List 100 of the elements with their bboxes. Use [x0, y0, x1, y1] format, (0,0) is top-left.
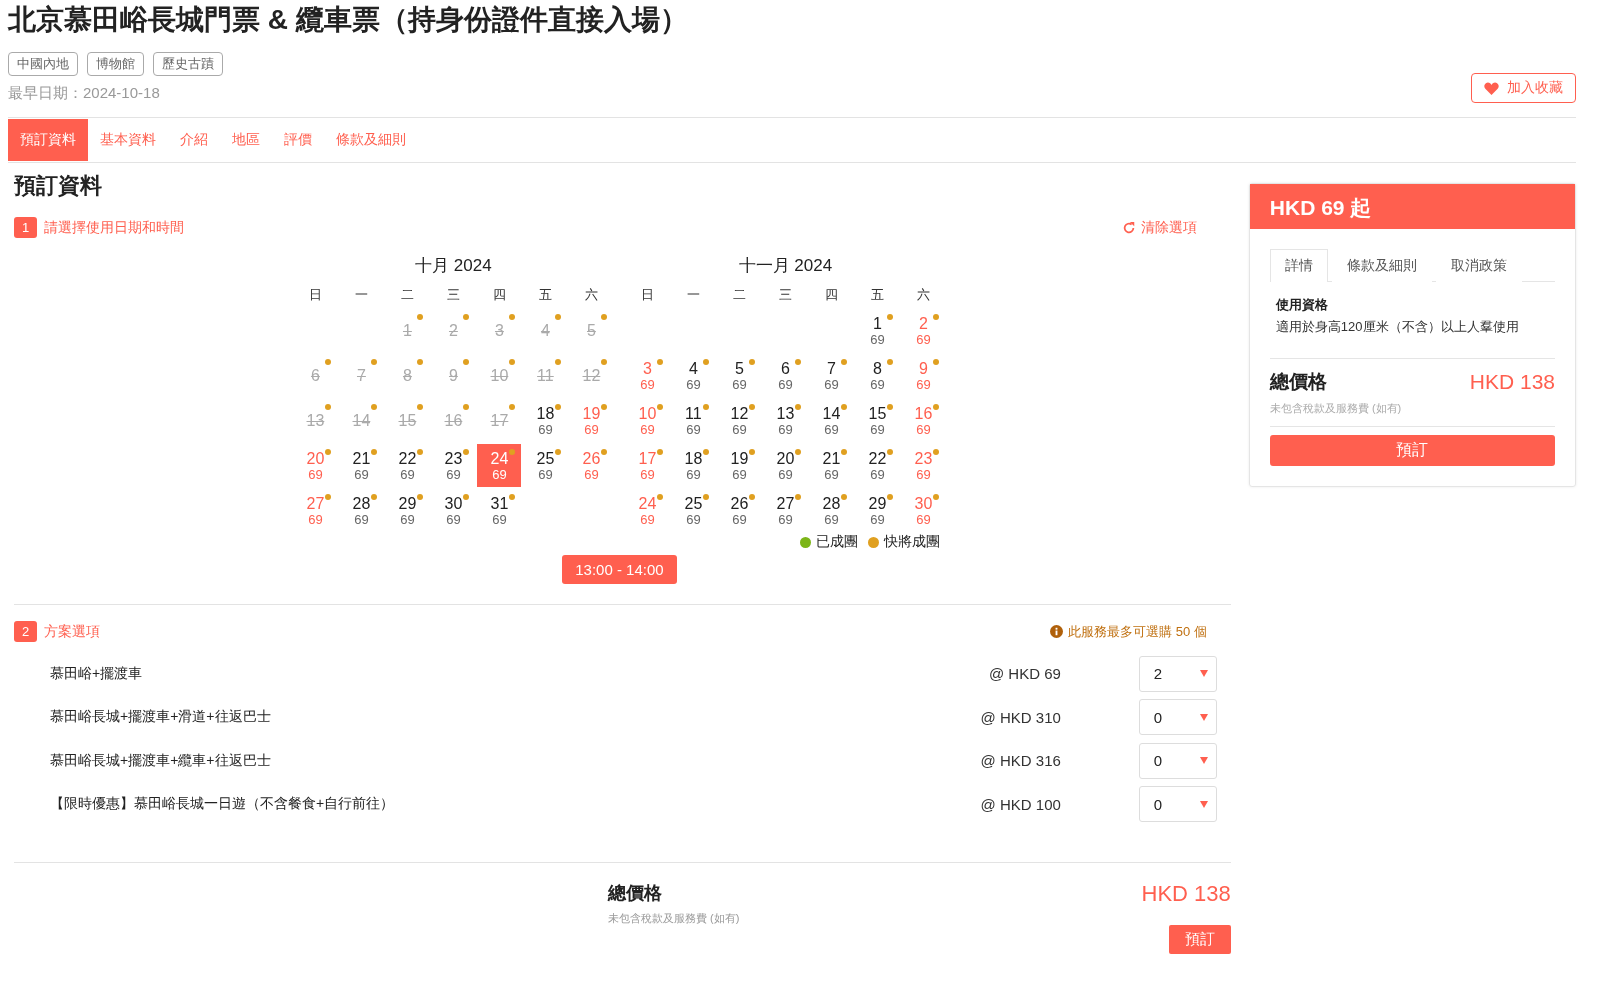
time-slot-button[interactable]: 13:00 - 14:00	[562, 555, 677, 584]
calendar-day[interactable]: 4 69	[671, 354, 716, 397]
clear-button[interactable]: 清除選項	[1115, 217, 1203, 238]
calendar-day[interactable]: 9 69	[901, 354, 946, 397]
quantity-select[interactable]: 0	[1138, 786, 1217, 823]
day-price: 69	[916, 376, 931, 392]
day-number: 5	[586, 322, 596, 339]
nav-tab[interactable]: 條款及細則	[324, 119, 418, 161]
section-heading: 預訂資料	[14, 172, 103, 200]
weekday-label: 四	[491, 286, 507, 304]
calendar-day[interactable]: 1 69	[855, 309, 900, 352]
calendar-day[interactable]: 20 69	[763, 444, 808, 487]
day-price: 69	[640, 511, 655, 527]
day-price: 69	[686, 511, 701, 527]
calendar-day[interactable]: 2 69	[901, 309, 946, 352]
weekday-label: 四	[823, 286, 839, 304]
calendar-day[interactable]: 25 69	[671, 489, 716, 532]
calendar-day[interactable]: 27 69	[763, 489, 808, 532]
day-number: 19	[582, 404, 601, 422]
calendar-day[interactable]: 7 69	[809, 354, 854, 397]
quantity-select[interactable]: 0	[1138, 742, 1217, 779]
day-number: 2	[448, 322, 458, 339]
total-label: 總價格	[608, 882, 663, 905]
calendar-day[interactable]: 13 69	[763, 399, 808, 442]
calendar-day[interactable]: 26 69	[569, 444, 614, 487]
calendar-day[interactable]: 17 69	[625, 444, 670, 487]
calendar-day[interactable]: 24 69	[477, 444, 522, 487]
day-price: 69	[778, 466, 793, 482]
info-tab[interactable]: 詳情	[1269, 249, 1328, 282]
day-number: 18	[536, 404, 555, 422]
calendar-day[interactable]: 12 69	[717, 399, 762, 442]
day-number: 6	[310, 367, 320, 384]
calendar-day[interactable]: 25 69	[523, 444, 568, 487]
calendar-day[interactable]: 26 69	[717, 489, 762, 532]
calendar-day[interactable]: 31 69	[477, 489, 522, 532]
calendar-day[interactable]: 21 69	[339, 444, 384, 487]
calendar-day[interactable]: 22 69	[855, 444, 900, 487]
day-price: 69	[686, 376, 701, 392]
day-number: 22	[398, 449, 417, 467]
calendar-day[interactable]: 20 69	[293, 444, 338, 487]
day-price: 69	[732, 376, 747, 392]
calendar-day[interactable]: 30 69	[901, 489, 946, 532]
calendar-day[interactable]: 28 69	[339, 489, 384, 532]
day-price: 69	[824, 466, 839, 482]
day-price: 69	[492, 511, 507, 527]
calendar-day[interactable]: 21 69	[809, 444, 854, 487]
calendar-day[interactable]: 5 69	[717, 354, 762, 397]
nav-tab[interactable]: 地區	[220, 119, 272, 161]
day-price: 69	[686, 466, 701, 482]
earliest-date: 最早日期：2024-10-18	[8, 84, 161, 103]
calendar-day[interactable]: 22 69	[385, 444, 430, 487]
calendar-day[interactable]: 18 69	[523, 399, 568, 442]
nav-tab[interactable]: 基本資料	[88, 119, 168, 161]
day-number: 17	[638, 449, 657, 467]
nav-tab[interactable]: 介紹	[168, 119, 220, 161]
month-title: 十月 2024	[414, 255, 493, 277]
heart-icon	[1484, 81, 1499, 95]
calendar-day[interactable]: 24 69	[625, 489, 670, 532]
caret-icon	[1199, 670, 1208, 678]
calendar-day[interactable]: 14 69	[809, 399, 854, 442]
option-name: 慕田峪長城+擺渡車+纜車+往返巴士	[50, 751, 272, 770]
calendar-day[interactable]: 18 69	[671, 444, 716, 487]
day-price: 69	[778, 376, 793, 392]
favorite-button[interactable]: 加入收藏	[1471, 73, 1576, 103]
calendar-day[interactable]: 6 69	[763, 354, 808, 397]
calendar-day[interactable]: 29 69	[385, 489, 430, 532]
day-number: 3	[642, 359, 652, 377]
quantity-select[interactable]: 2	[1138, 655, 1217, 692]
day-number: 25	[684, 494, 703, 512]
nav-tab[interactable]: 預訂資料	[8, 119, 88, 161]
legend-label: 快將成團	[884, 533, 941, 551]
calendar-day[interactable]: 30 69	[431, 489, 476, 532]
book-button[interactable]: 預訂	[1269, 435, 1555, 466]
day-number: 14	[352, 412, 371, 429]
calendar-day[interactable]: 23 69	[431, 444, 476, 487]
calendar-day[interactable]: 19 69	[569, 399, 614, 442]
day-price: 69	[870, 466, 885, 482]
option-name: 【限時優惠】慕田峪長城一日遊（不含餐食+自行前往）	[50, 795, 396, 814]
calendar-day[interactable]: 16 69	[901, 399, 946, 442]
day-price: 69	[778, 421, 793, 437]
book-button[interactable]: 預訂	[1168, 925, 1231, 954]
calendar-day[interactable]: 28 69	[809, 489, 854, 532]
calendar-day[interactable]: 15 69	[855, 399, 900, 442]
option-price: @ HKD 316	[979, 752, 1061, 770]
calendar-day[interactable]: 8 69	[855, 354, 900, 397]
calendar-day[interactable]: 10 69	[625, 399, 670, 442]
day-number: 2	[918, 314, 928, 332]
calendar-day[interactable]: 3 69	[625, 354, 670, 397]
refresh-icon	[1121, 220, 1136, 235]
quantity-select[interactable]: 0	[1138, 699, 1217, 736]
calendar-day[interactable]: 19 69	[717, 444, 762, 487]
total-price: HKD 138	[1141, 881, 1231, 907]
calendar-day[interactable]: 29 69	[855, 489, 900, 532]
day-number: 12	[730, 404, 749, 422]
total-price: HKD 138	[1469, 370, 1555, 394]
day-number: 31	[490, 494, 509, 512]
calendar-day[interactable]: 27 69	[293, 489, 338, 532]
calendar-day[interactable]: 23 69	[901, 444, 946, 487]
calendar-day[interactable]: 11 69	[671, 399, 716, 442]
nav-tab[interactable]: 評價	[272, 119, 324, 161]
